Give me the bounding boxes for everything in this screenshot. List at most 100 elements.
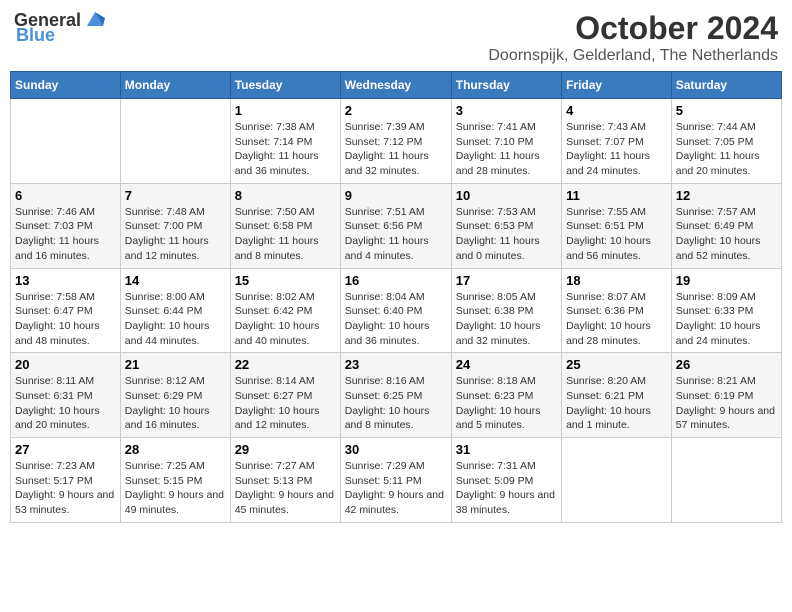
day-info: Sunrise: 7:41 AM Sunset: 7:10 PM Dayligh…: [456, 120, 557, 179]
calendar-week-row: 6 Sunrise: 7:46 AM Sunset: 7:03 PM Daylig…: [11, 183, 782, 268]
day-number: 7: [125, 188, 226, 203]
calendar-cell: 5Sunrise: 7:44 AM Sunset: 7:05 PM Daylig…: [671, 99, 781, 184]
day-number: 20: [15, 357, 116, 372]
day-number: 13: [15, 273, 116, 288]
calendar-cell: 19 Sunrise: 8:09 AM Sunset: 6:33 PM Dayli…: [671, 268, 781, 353]
day-info: Sunrise: 8:09 AM Sunset: 6:33 PM Dayligh…: [676, 290, 777, 349]
day-info: Sunrise: 8:14 AM Sunset: 6:27 PM Dayligh…: [235, 374, 336, 433]
calendar-cell: 8 Sunrise: 7:50 AM Sunset: 6:58 PM Daylig…: [230, 183, 340, 268]
day-number: 11: [566, 188, 667, 203]
logo-icon: [83, 8, 105, 30]
day-info: Sunrise: 7:46 AM Sunset: 7:03 PM Dayligh…: [15, 205, 116, 264]
day-number: 31: [456, 442, 557, 457]
calendar-cell: 18Sunrise: 8:07 AM Sunset: 6:36 PM Dayli…: [562, 268, 672, 353]
calendar-cell: 27 Sunrise: 7:23 AM Sunset: 5:17 PM Dayli…: [11, 438, 121, 523]
location-title: Doornspijk, Gelderland, The Netherlands: [488, 47, 778, 65]
day-header-wednesday: Wednesday: [340, 72, 451, 99]
title-block: October 2024 Doornspijk, Gelderland, The…: [488, 10, 778, 65]
day-number: 2: [345, 103, 447, 118]
calendar-cell: 13 Sunrise: 7:58 AM Sunset: 6:47 PM Dayli…: [11, 268, 121, 353]
day-number: 4: [566, 103, 667, 118]
day-info: Sunrise: 8:02 AM Sunset: 6:42 PM Dayligh…: [235, 290, 336, 349]
day-header-sunday: Sunday: [11, 72, 121, 99]
calendar-cell: 12 Sunrise: 7:57 AM Sunset: 6:49 PM Dayli…: [671, 183, 781, 268]
day-header-tuesday: Tuesday: [230, 72, 340, 99]
day-info: Sunrise: 7:55 AM Sunset: 6:51 PM Dayligh…: [566, 205, 667, 264]
day-number: 5: [676, 103, 777, 118]
calendar-cell: 23Sunrise: 8:16 AM Sunset: 6:25 PM Dayli…: [340, 353, 451, 438]
day-number: 28: [125, 442, 226, 457]
calendar-cell: 22 Sunrise: 8:14 AM Sunset: 6:27 PM Dayli…: [230, 353, 340, 438]
day-number: 27: [15, 442, 116, 457]
day-number: 21: [125, 357, 226, 372]
calendar-cell: [562, 438, 672, 523]
calendar-cell: 29 Sunrise: 7:27 AM Sunset: 5:13 PM Dayli…: [230, 438, 340, 523]
day-number: 24: [456, 357, 557, 372]
month-title: October 2024: [488, 10, 778, 47]
day-number: 16: [345, 273, 447, 288]
day-number: 1: [235, 103, 336, 118]
calendar-cell: 10 Sunrise: 7:53 AM Sunset: 6:53 PM Dayli…: [451, 183, 561, 268]
calendar-cell: 11 Sunrise: 7:55 AM Sunset: 6:51 PM Dayli…: [562, 183, 672, 268]
day-info: Sunrise: 7:57 AM Sunset: 6:49 PM Dayligh…: [676, 205, 777, 264]
calendar-header-row: SundayMondayTuesdayWednesdayThursdayFrid…: [11, 72, 782, 99]
calendar-cell: 31 Sunrise: 7:31 AM Sunset: 5:09 PM Dayli…: [451, 438, 561, 523]
calendar-cell: 20Sunrise: 8:11 AM Sunset: 6:31 PM Dayli…: [11, 353, 121, 438]
day-info: Sunrise: 7:31 AM Sunset: 5:09 PM Dayligh…: [456, 459, 557, 518]
day-info: Sunrise: 8:18 AM Sunset: 6:23 PM Dayligh…: [456, 374, 557, 433]
calendar-cell: [671, 438, 781, 523]
calendar-cell: 16 Sunrise: 8:04 AM Sunset: 6:40 PM Dayli…: [340, 268, 451, 353]
calendar-table: SundayMondayTuesdayWednesdayThursdayFrid…: [10, 71, 782, 523]
day-info: Sunrise: 8:12 AM Sunset: 6:29 PM Dayligh…: [125, 374, 226, 433]
day-info: Sunrise: 7:38 AM Sunset: 7:14 PM Dayligh…: [235, 120, 336, 179]
day-number: 15: [235, 273, 336, 288]
calendar-cell: 2Sunrise: 7:39 AM Sunset: 7:12 PM Daylig…: [340, 99, 451, 184]
calendar-cell: [11, 99, 121, 184]
day-header-friday: Friday: [562, 72, 672, 99]
day-info: Sunrise: 7:58 AM Sunset: 6:47 PM Dayligh…: [15, 290, 116, 349]
calendar-cell: 25 Sunrise: 8:20 AM Sunset: 6:21 PM Dayli…: [562, 353, 672, 438]
calendar-cell: 30Sunrise: 7:29 AM Sunset: 5:11 PM Dayli…: [340, 438, 451, 523]
page-header: General Blue October 2024 Doornspijk, Ge…: [10, 10, 782, 65]
calendar-week-row: 20Sunrise: 8:11 AM Sunset: 6:31 PM Dayli…: [11, 353, 782, 438]
day-info: Sunrise: 7:25 AM Sunset: 5:15 PM Dayligh…: [125, 459, 226, 518]
day-number: 14: [125, 273, 226, 288]
day-info: Sunrise: 8:04 AM Sunset: 6:40 PM Dayligh…: [345, 290, 447, 349]
calendar-cell: 1 Sunrise: 7:38 AM Sunset: 7:14 PM Daylig…: [230, 99, 340, 184]
day-info: Sunrise: 7:53 AM Sunset: 6:53 PM Dayligh…: [456, 205, 557, 264]
day-info: Sunrise: 7:27 AM Sunset: 5:13 PM Dayligh…: [235, 459, 336, 518]
day-header-monday: Monday: [120, 72, 230, 99]
day-header-thursday: Thursday: [451, 72, 561, 99]
calendar-week-row: 27 Sunrise: 7:23 AM Sunset: 5:17 PM Dayli…: [11, 438, 782, 523]
calendar-cell: 17 Sunrise: 8:05 AM Sunset: 6:38 PM Dayli…: [451, 268, 561, 353]
day-info: Sunrise: 8:21 AM Sunset: 6:19 PM Dayligh…: [676, 374, 777, 433]
day-info: Sunrise: 7:48 AM Sunset: 7:00 PM Dayligh…: [125, 205, 226, 264]
day-info: Sunrise: 7:29 AM Sunset: 5:11 PM Dayligh…: [345, 459, 447, 518]
calendar-cell: 28 Sunrise: 7:25 AM Sunset: 5:15 PM Dayli…: [120, 438, 230, 523]
day-header-saturday: Saturday: [671, 72, 781, 99]
day-info: Sunrise: 8:05 AM Sunset: 6:38 PM Dayligh…: [456, 290, 557, 349]
logo: General Blue: [14, 10, 105, 46]
day-info: Sunrise: 7:51 AM Sunset: 6:56 PM Dayligh…: [345, 205, 447, 264]
day-info: Sunrise: 7:23 AM Sunset: 5:17 PM Dayligh…: [15, 459, 116, 518]
calendar-cell: 24 Sunrise: 8:18 AM Sunset: 6:23 PM Dayli…: [451, 353, 561, 438]
day-number: 10: [456, 188, 557, 203]
day-number: 12: [676, 188, 777, 203]
day-number: 18: [566, 273, 667, 288]
calendar-cell: 15 Sunrise: 8:02 AM Sunset: 6:42 PM Dayli…: [230, 268, 340, 353]
day-number: 19: [676, 273, 777, 288]
calendar-cell: 26 Sunrise: 8:21 AM Sunset: 6:19 PM Dayli…: [671, 353, 781, 438]
day-info: Sunrise: 7:50 AM Sunset: 6:58 PM Dayligh…: [235, 205, 336, 264]
day-number: 8: [235, 188, 336, 203]
day-number: 25: [566, 357, 667, 372]
day-number: 26: [676, 357, 777, 372]
calendar-week-row: 1 Sunrise: 7:38 AM Sunset: 7:14 PM Daylig…: [11, 99, 782, 184]
day-number: 22: [235, 357, 336, 372]
day-number: 17: [456, 273, 557, 288]
calendar-cell: 6 Sunrise: 7:46 AM Sunset: 7:03 PM Daylig…: [11, 183, 121, 268]
day-number: 6: [15, 188, 116, 203]
calendar-week-row: 13 Sunrise: 7:58 AM Sunset: 6:47 PM Dayli…: [11, 268, 782, 353]
day-number: 29: [235, 442, 336, 457]
day-info: Sunrise: 8:20 AM Sunset: 6:21 PM Dayligh…: [566, 374, 667, 433]
calendar-cell: 21 Sunrise: 8:12 AM Sunset: 6:29 PM Dayli…: [120, 353, 230, 438]
